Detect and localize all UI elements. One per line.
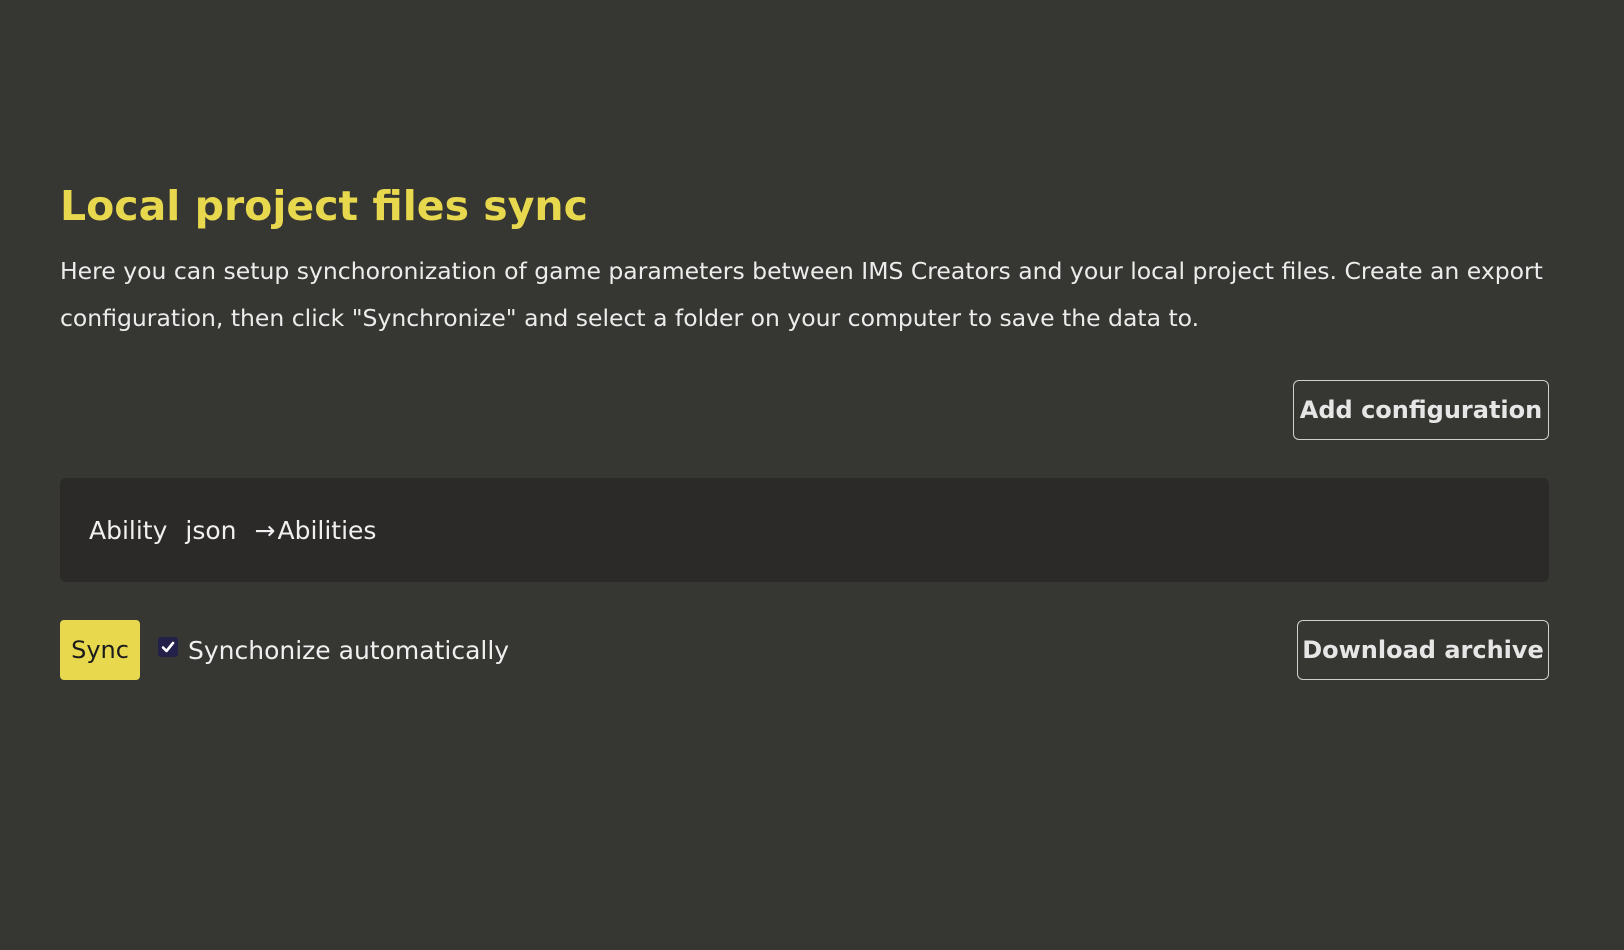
configuration-entity: Ability [89,515,168,545]
auto-sync-toggle[interactable]: Synchonize automatically [158,620,509,680]
auto-sync-label: Synchonize automatically [188,635,510,665]
check-icon [161,641,175,653]
page-description: Here you can setup synchoronization of g… [60,257,1543,332]
sync-controls: Sync Synchonize automatically Download a… [60,620,1549,680]
configuration-target: Abilities [277,515,377,545]
sync-button[interactable]: Sync [60,620,140,680]
auto-sync-checkbox[interactable] [158,637,178,657]
arrow-right-icon: → [254,515,276,545]
add-configuration-button[interactable]: Add configuration [1293,380,1549,440]
download-archive-button[interactable]: Download archive [1297,620,1549,680]
configuration-card[interactable]: Ability json → Abilities [60,478,1549,582]
page-title: Local project files sync [60,182,588,230]
configuration-format: json [185,515,237,545]
